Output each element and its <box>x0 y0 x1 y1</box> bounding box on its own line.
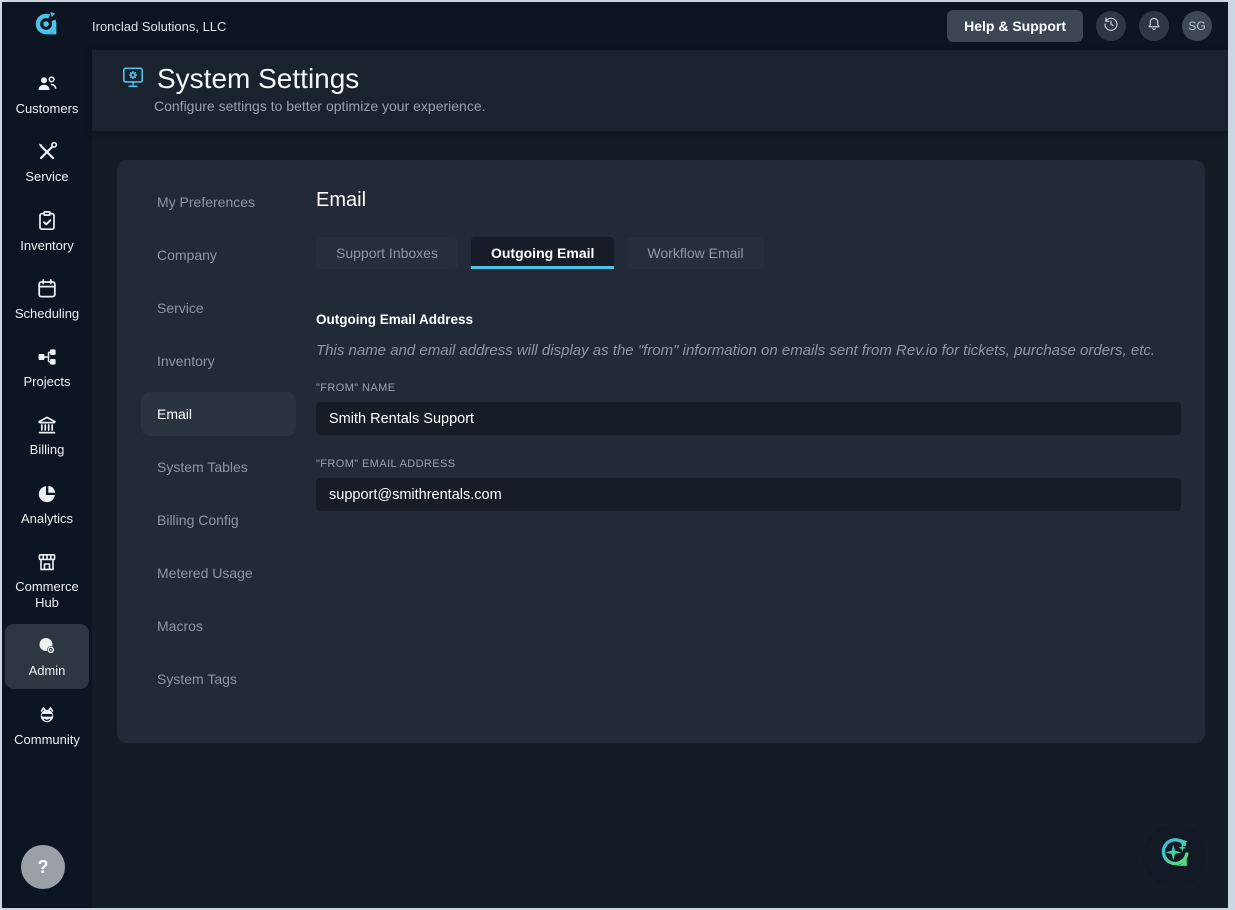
sidebar-item-scheduling[interactable]: Scheduling <box>5 267 89 331</box>
sidebar-item-label: Projects <box>23 374 71 389</box>
settings-nav-item-email[interactable]: Email <box>141 392 296 436</box>
from-name-label: "FROM" NAME <box>316 382 396 394</box>
settings-nav-item-company[interactable]: Company <box>141 233 296 277</box>
panel-heading: Email <box>316 189 367 211</box>
sidebar-item-label: Analytics <box>20 510 74 526</box>
page-title: System Settings <box>157 63 360 94</box>
help-support-button[interactable]: Help & Support <box>947 10 1083 42</box>
system-settings-monitor-gear-icon <box>120 64 146 95</box>
sidebar-item-service[interactable]: Service <box>5 130 89 194</box>
billing-icon <box>35 413 59 437</box>
analytics-icon <box>35 482 59 506</box>
scheduling-icon <box>35 277 59 301</box>
community-icon <box>35 703 59 727</box>
sidebar-item-label: Scheduling <box>14 305 80 321</box>
service-icon <box>35 140 59 164</box>
app-window: Ironclad Solutions, LLC Help & Support S… <box>2 2 1228 908</box>
sidebar-item-label: Customers <box>15 101 79 116</box>
sidebar-item-label: Community <box>14 731 80 747</box>
sidebar-item-inventory[interactable]: Inventory <box>5 199 89 263</box>
help-fab-button[interactable]: ? <box>21 845 65 889</box>
settings-card: My Preferences Company Service Inventory… <box>117 160 1205 743</box>
settings-nav-item-billing-config[interactable]: Billing Config <box>141 498 296 542</box>
tab-workflow-email[interactable]: Workflow Email <box>627 237 764 269</box>
app-logo[interactable] <box>2 9 92 44</box>
section-title: Outgoing Email Address <box>316 312 474 327</box>
settings-nav: My Preferences Company Service Inventory… <box>141 180 296 723</box>
settings-nav-item-my-preferences[interactable]: My Preferences <box>141 180 296 224</box>
settings-nav-item-service[interactable]: Service <box>141 286 296 330</box>
topbar: Ironclad Solutions, LLC Help & Support S… <box>2 2 1228 50</box>
from-name-input[interactable] <box>316 402 1181 435</box>
sidebar-item-commerce-hub[interactable]: Commerce Hub <box>5 540 89 621</box>
page-header: System Settings Configure settings to be… <box>92 50 1228 131</box>
from-email-input[interactable] <box>316 478 1181 511</box>
sidebar-item-label: Inventory <box>20 237 74 253</box>
ai-assistant-button[interactable] <box>1143 824 1207 888</box>
settings-nav-item-system-tags[interactable]: System Tags <box>141 657 296 701</box>
company-name: Ironclad Solutions, LLC <box>92 18 227 34</box>
sidebar-item-admin[interactable]: Admin <box>5 624 89 689</box>
history-button[interactable] <box>1096 11 1126 41</box>
admin-icon <box>35 634 59 658</box>
customers-icon <box>35 72 59 96</box>
revio-logo-icon <box>32 9 62 44</box>
notifications-button[interactable] <box>1139 11 1169 41</box>
settings-nav-item-macros[interactable]: Macros <box>141 604 296 648</box>
email-settings-panel: Email Support Inboxes Outgoing Email Wor… <box>316 180 1181 723</box>
user-avatar[interactable]: SG <box>1182 11 1212 41</box>
ai-sparkle-refresh-icon <box>1157 836 1193 877</box>
sidebar-item-community[interactable]: Community <box>5 693 89 757</box>
sidebar-item-label: Admin <box>28 663 66 679</box>
from-email-label: "FROM" EMAIL ADDRESS <box>316 458 456 470</box>
sidebar: Customers Service Inventory Scheduling P… <box>2 50 92 908</box>
sidebar-item-projects[interactable]: Projects <box>5 335 89 399</box>
section-description: This name and email address will display… <box>316 342 1156 359</box>
history-icon <box>1102 15 1120 38</box>
projects-icon <box>35 345 59 369</box>
page-subtitle: Configure settings to better optimize yo… <box>154 98 486 114</box>
sidebar-item-analytics[interactable]: Analytics <box>5 472 89 536</box>
sidebar-item-billing[interactable]: Billing <box>5 403 89 467</box>
tab-outgoing-email[interactable]: Outgoing Email <box>470 237 615 269</box>
commerce-hub-icon <box>35 550 59 574</box>
tab-support-inboxes[interactable]: Support Inboxes <box>316 237 458 269</box>
sidebar-item-label: Commerce Hub <box>15 578 79 610</box>
main-area: System Settings Configure settings to be… <box>92 50 1228 908</box>
content-area: My Preferences Company Service Inventory… <box>92 131 1228 908</box>
settings-nav-item-system-tables[interactable]: System Tables <box>141 445 296 489</box>
bell-icon <box>1145 15 1163 38</box>
sidebar-item-customers[interactable]: Customers <box>5 62 89 126</box>
sidebar-item-label: Billing <box>29 442 65 458</box>
settings-nav-item-metered-usage[interactable]: Metered Usage <box>141 551 296 595</box>
sidebar-item-label: Service <box>25 169 69 185</box>
email-tabs: Support Inboxes Outgoing Email Workflow … <box>316 237 1181 269</box>
topbar-actions: Help & Support SG <box>947 10 1228 42</box>
settings-nav-item-inventory[interactable]: Inventory <box>141 339 296 383</box>
inventory-icon <box>35 209 59 233</box>
